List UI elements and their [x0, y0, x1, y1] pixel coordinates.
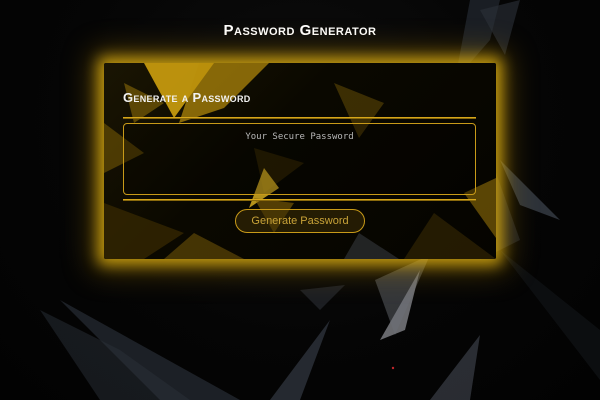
password-output-field[interactable] [123, 123, 476, 195]
top-divider [123, 117, 476, 119]
card-heading: Generate a Password [123, 90, 251, 105]
page-background: Password Generator Generate a Password G… [0, 0, 600, 400]
page-title: Password Generator [223, 22, 377, 39]
generator-card: Generate a Password Generate Password [104, 63, 496, 259]
bottom-divider [123, 199, 476, 201]
generate-password-button[interactable]: Generate Password [235, 209, 365, 233]
